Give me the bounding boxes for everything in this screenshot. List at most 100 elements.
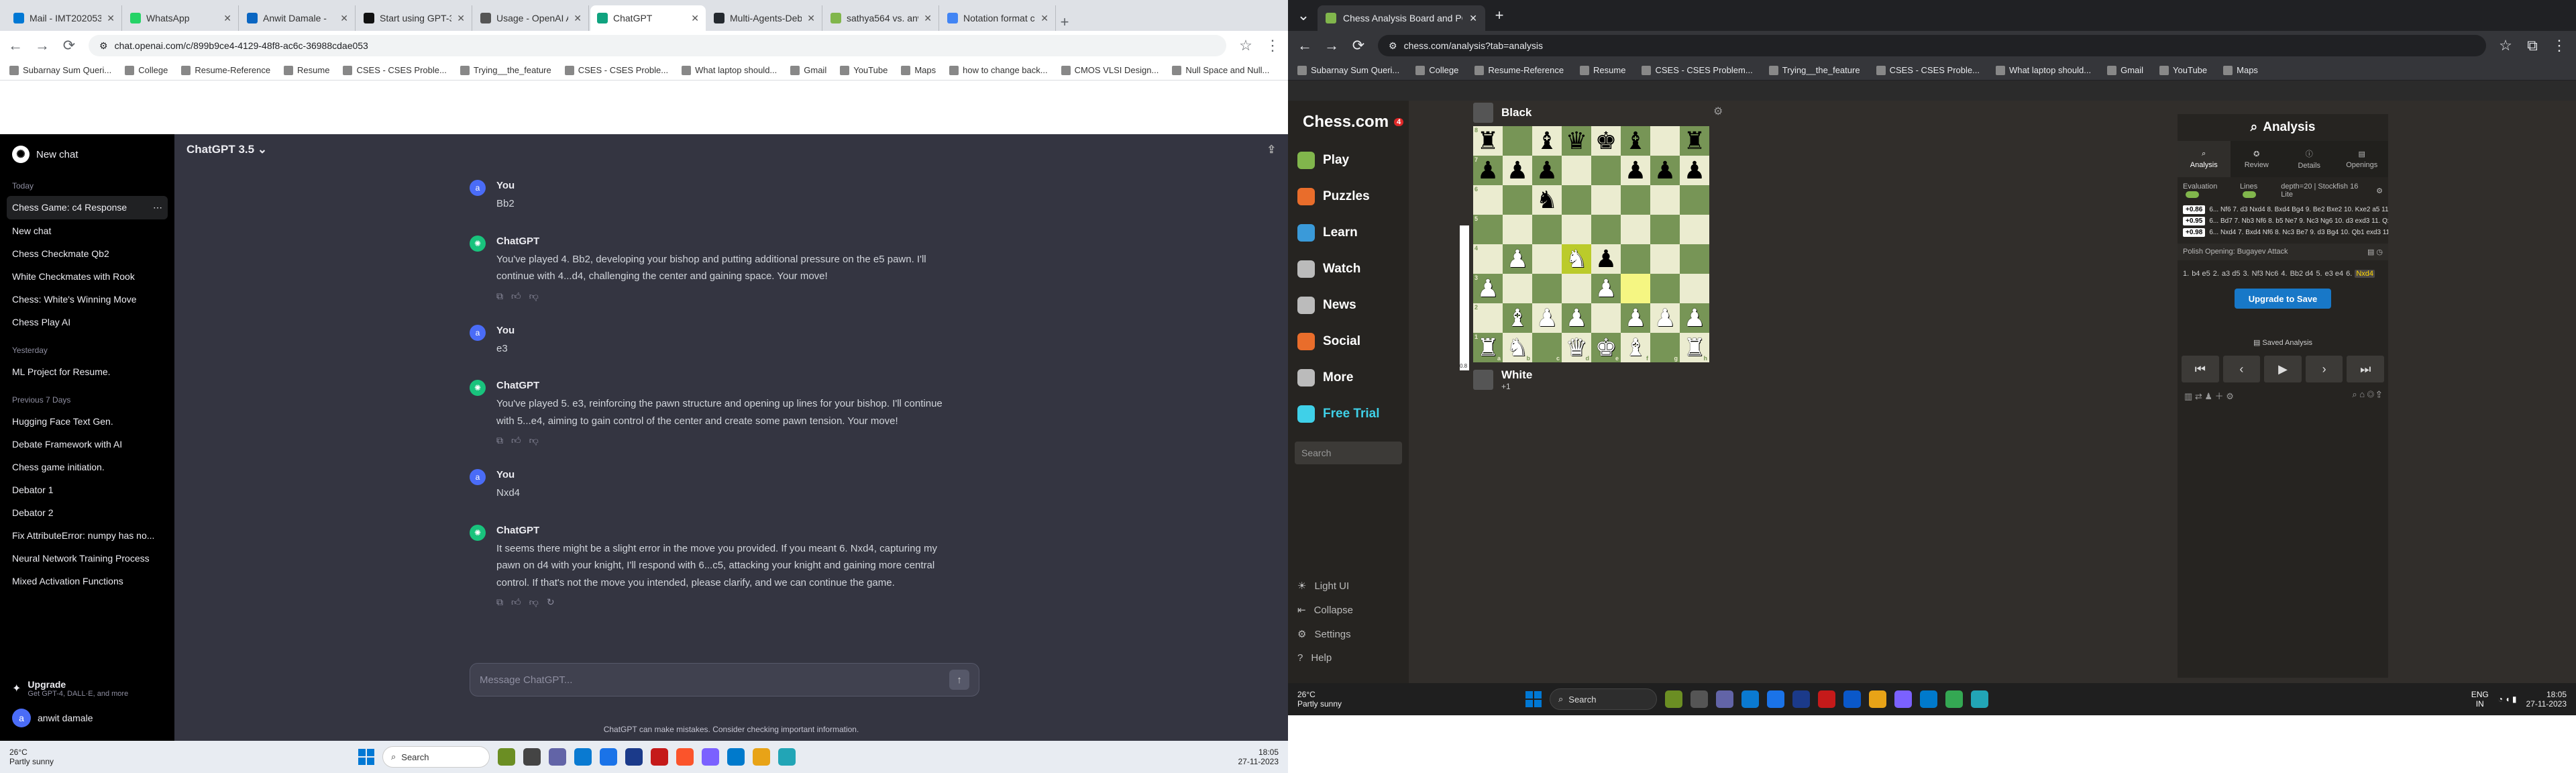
board-square[interactable] bbox=[1562, 185, 1591, 215]
white-rook-icon[interactable]: ♜ bbox=[1684, 336, 1705, 360]
board-square[interactable]: ♟ bbox=[1650, 303, 1680, 333]
nav-item[interactable]: Learn bbox=[1288, 215, 1409, 251]
app-icon[interactable] bbox=[1767, 690, 1784, 708]
copy-icon[interactable]: ⧉ bbox=[496, 291, 503, 302]
board-square[interactable] bbox=[1650, 185, 1680, 215]
white-king-icon[interactable]: ♚ bbox=[1595, 336, 1617, 360]
sidebar-link[interactable]: ☀ Light UI bbox=[1288, 574, 1409, 598]
board-square[interactable]: b ♞ bbox=[1503, 333, 1532, 362]
black-pawn-icon[interactable]: ♟ bbox=[1536, 158, 1558, 183]
board-square[interactable] bbox=[1650, 274, 1680, 303]
board-square[interactable] bbox=[1532, 274, 1562, 303]
white-queen-icon[interactable]: ♛ bbox=[1566, 336, 1587, 360]
black-bishop-icon[interactable]: ♝ bbox=[1536, 129, 1558, 153]
vscode-icon[interactable] bbox=[1920, 690, 1937, 708]
white-pawn-icon[interactable]: ♟ bbox=[1595, 276, 1617, 301]
upgrade-to-save-button[interactable]: Upgrade to Save bbox=[2235, 289, 2331, 309]
close-icon[interactable]: ✕ bbox=[574, 13, 582, 24]
black-rook-icon[interactable]: ♜ bbox=[1477, 129, 1499, 153]
bookmark-item[interactable]: Trying__the_feature bbox=[460, 65, 551, 75]
bookmark-item[interactable]: Subarnay Sum Queri... bbox=[1297, 65, 1399, 75]
book-icon[interactable]: ▤ ◷ bbox=[2367, 248, 2383, 256]
move-text[interactable]: 3. bbox=[2243, 270, 2249, 278]
bookmark-item[interactable]: Resume bbox=[1580, 65, 1625, 75]
board-square[interactable] bbox=[1532, 215, 1562, 244]
bookmark-item[interactable]: Resume bbox=[284, 65, 329, 75]
board-square[interactable]: ♜ bbox=[1680, 126, 1709, 156]
app-icon[interactable] bbox=[1792, 690, 1810, 708]
tab-analysis[interactable]: ⌕ Analysis bbox=[2178, 141, 2231, 177]
new-tab-icon[interactable]: + bbox=[1057, 13, 1072, 31]
tab-review[interactable]: ✪ Review bbox=[2231, 141, 2284, 177]
white-knight-icon[interactable]: ♞ bbox=[1507, 336, 1528, 360]
share-icon[interactable]: ⇪ bbox=[1267, 143, 1276, 156]
app-icon[interactable] bbox=[778, 748, 796, 766]
bookmark-item[interactable]: Gmail bbox=[790, 65, 826, 75]
bookmark-item[interactable]: College bbox=[1415, 65, 1458, 75]
board-square[interactable] bbox=[1503, 274, 1532, 303]
app-icon[interactable] bbox=[625, 748, 643, 766]
nav-item[interactable]: Free Trial bbox=[1288, 396, 1409, 432]
browser-tab[interactable]: ChatGPT ✕ bbox=[590, 5, 706, 31]
board-square[interactable]: ♟ bbox=[1532, 156, 1562, 185]
chrome-icon[interactable] bbox=[753, 748, 770, 766]
engine-line[interactable]: +0.95 6... Bd7 7. Nb3 Nf6 8. b5 Ne7 9. Nc… bbox=[2178, 215, 2388, 227]
board-square[interactable]: ♚ bbox=[1591, 126, 1621, 156]
black-queen-icon[interactable]: ♛ bbox=[1566, 129, 1587, 153]
board-square[interactable] bbox=[1650, 215, 1680, 244]
board-square[interactable]: 1 a ♜ bbox=[1473, 333, 1503, 362]
board-square[interactable] bbox=[1680, 274, 1709, 303]
extensions-icon[interactable]: ⧉ bbox=[2525, 37, 2540, 54]
chat-history-item[interactable]: Chess Game: c4 Response ⋯ bbox=[7, 196, 168, 219]
teams-icon[interactable] bbox=[1716, 690, 1733, 708]
nav-item[interactable]: Puzzles bbox=[1288, 178, 1409, 215]
thumbs-down-icon[interactable]: 👎︎ bbox=[529, 597, 539, 608]
chat-history-item[interactable]: Chess Play AI bbox=[7, 311, 168, 333]
saved-analysis-link[interactable]: ▤ Saved Analysis bbox=[2178, 338, 2388, 347]
black-rook-icon[interactable]: ♜ bbox=[1684, 129, 1705, 153]
move-text[interactable]: Nf3 Nc6 bbox=[2252, 270, 2279, 278]
board-square[interactable] bbox=[1591, 303, 1621, 333]
message-input[interactable]: Message ChatGPT... ↑ bbox=[470, 663, 979, 697]
forward-icon[interactable]: → bbox=[1324, 37, 1339, 54]
black-pawn-icon[interactable]: ♟ bbox=[1625, 158, 1646, 183]
chat-history-item[interactable]: Chess game initiation. bbox=[7, 456, 168, 478]
vscode-icon[interactable] bbox=[727, 748, 745, 766]
reload-icon[interactable]: ⟳ bbox=[62, 37, 76, 54]
tab-openings[interactable]: ▤ Openings bbox=[2336, 141, 2389, 177]
move-text[interactable]: 1. bbox=[2183, 270, 2189, 278]
tab-details[interactable]: ⓘ Details bbox=[2283, 141, 2336, 177]
chat-history-item[interactable]: Debator 1 bbox=[7, 478, 168, 501]
file-explorer-icon[interactable] bbox=[1869, 690, 1886, 708]
board-square[interactable]: ♟ bbox=[1680, 303, 1709, 333]
bookmark-item[interactable]: YouTube bbox=[840, 65, 888, 75]
board-square[interactable] bbox=[1591, 185, 1621, 215]
back-icon[interactable]: ← bbox=[8, 37, 23, 54]
board-square[interactable] bbox=[1621, 215, 1650, 244]
bookmark-item[interactable]: CSES - CSES Problem... bbox=[1642, 65, 1753, 75]
nav-item[interactable]: Play bbox=[1288, 142, 1409, 178]
close-icon[interactable]: ✕ bbox=[223, 13, 231, 24]
chess-board[interactable]: 8 ♜ ♝ ♛ ♚ ♝ ♜ 7 ♟ ♟ ♟ ♟ ♟ ♟ 6 ♞ 5 4 ♟ ♞ ♟ 3 ♟ ♟ 2 ♝ ♟ ♟ ♟ ♟ ♟ 1 a ♜ b ♞ c d ♛ e… bbox=[1473, 126, 1709, 362]
bookmark-item[interactable]: Null Space and Null... bbox=[1172, 65, 1269, 75]
bookmark-item[interactable]: What laptop should... bbox=[682, 65, 777, 75]
back-icon[interactable]: ← bbox=[1297, 37, 1312, 54]
thumbs-up-icon[interactable]: 👍︎ bbox=[511, 291, 521, 302]
bookmark-item[interactable]: CMOS VLSI Design... bbox=[1061, 65, 1159, 75]
board-square[interactable]: ♞ bbox=[1532, 185, 1562, 215]
send-button[interactable]: ↑ bbox=[949, 670, 969, 690]
weather-widget[interactable]: 26°C Partly sunny bbox=[1297, 690, 1418, 709]
board-square[interactable]: ♟ bbox=[1621, 303, 1650, 333]
widgets-icon[interactable] bbox=[1665, 690, 1682, 708]
bookmark-star-icon[interactable]: ☆ bbox=[1238, 37, 1253, 54]
tab-search-icon[interactable]: ⌄ bbox=[1296, 7, 1311, 24]
toolbar-icons-right[interactable]: ⌕ ⌂ ◎ ⇪ bbox=[2352, 389, 2381, 402]
user-menu[interactable]: a anwit damale bbox=[7, 703, 168, 733]
menu-icon[interactable]: ⋮ bbox=[2552, 37, 2567, 54]
engine-line[interactable]: +0.86 6... Nf6 7. d3 Nxd4 8. Bxd4 Bg4 9. … bbox=[2178, 204, 2388, 215]
white-rook-icon[interactable]: ♜ bbox=[1477, 336, 1499, 360]
board-square[interactable] bbox=[1503, 215, 1532, 244]
board-square[interactable]: 2 bbox=[1473, 303, 1503, 333]
board-square[interactable] bbox=[1591, 156, 1621, 185]
board-square[interactable]: ♛ bbox=[1562, 126, 1591, 156]
